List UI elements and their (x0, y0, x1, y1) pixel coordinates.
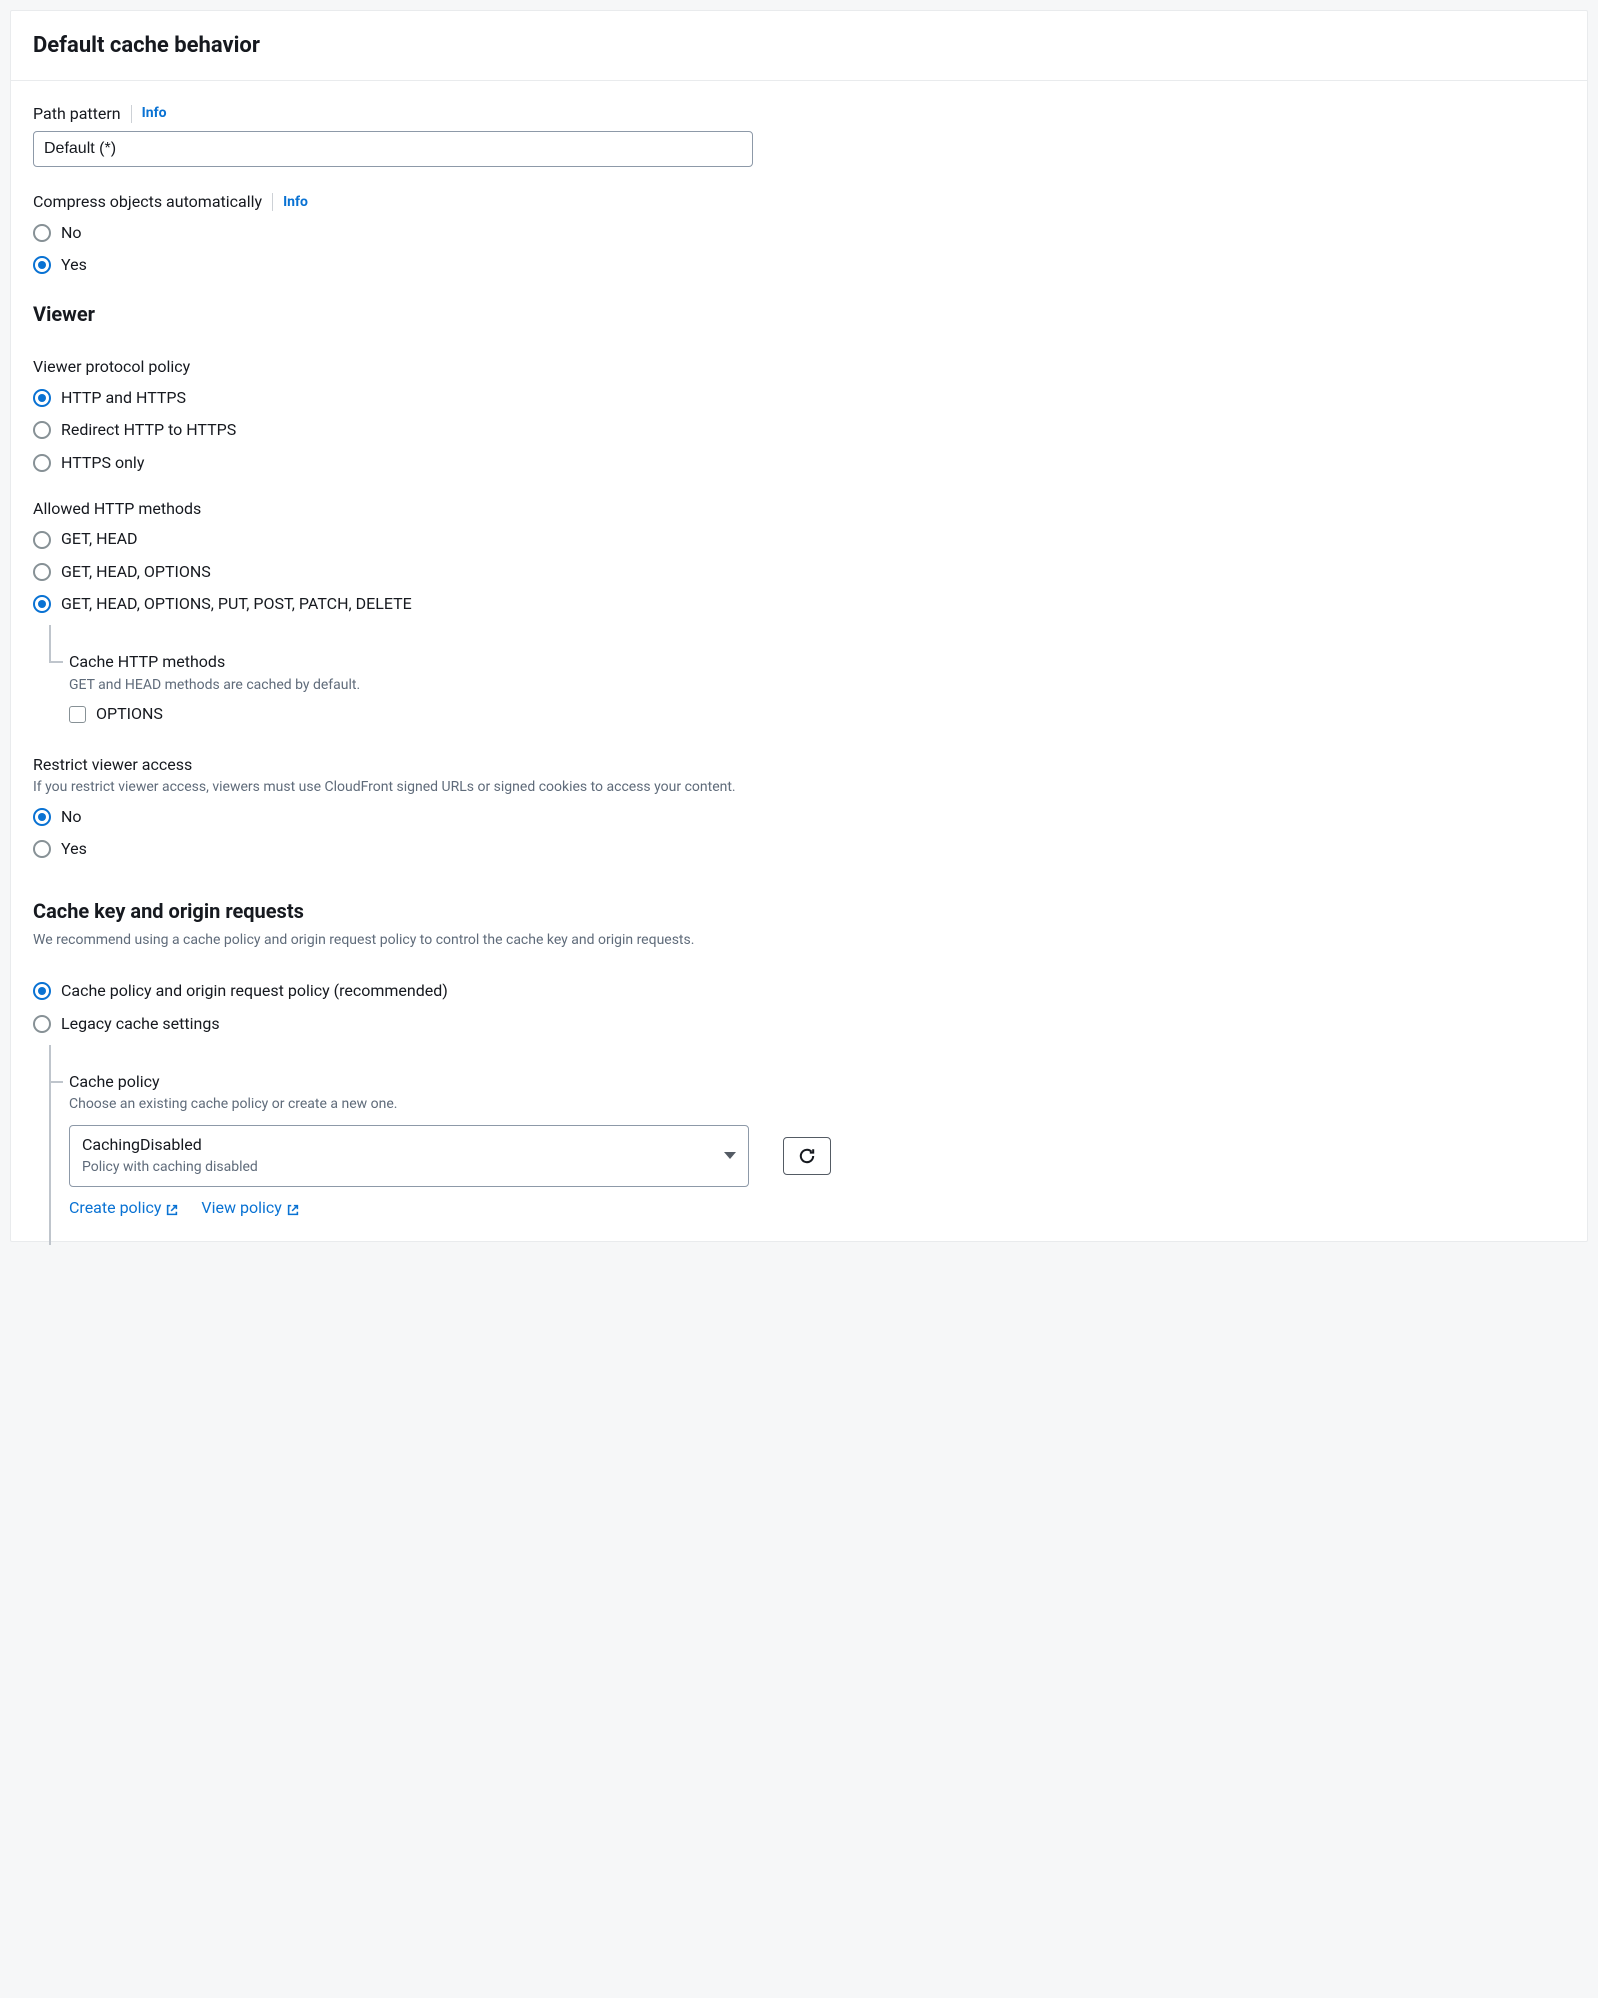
radio-label: GET, HEAD (61, 528, 138, 550)
create-policy-link[interactable]: Create policy (69, 1197, 179, 1219)
cache-policy-desc: Choose an existing cache policy or creat… (69, 1095, 1565, 1115)
radio-label: Legacy cache settings (61, 1013, 220, 1035)
protocol-radio-redirect[interactable]: Redirect HTTP to HTTPS (33, 419, 1565, 441)
radio-label: Redirect HTTP to HTTPS (61, 419, 236, 441)
external-link-icon (165, 1201, 179, 1215)
radio-label: No (61, 222, 82, 244)
refresh-button[interactable] (783, 1137, 831, 1175)
radio-checked-icon (33, 389, 51, 407)
cache-methods-desc: GET and HEAD methods are cached by defau… (69, 676, 1565, 696)
path-pattern-input[interactable] (33, 131, 753, 167)
radio-unchecked-icon (33, 531, 51, 549)
radio-checked-icon (33, 982, 51, 1000)
cache-methods-label: Cache HTTP methods (69, 651, 1565, 673)
radio-checked-icon (33, 595, 51, 613)
path-pattern-label: Path pattern (33, 103, 121, 125)
restrict-access-desc: If you restrict viewer access, viewers m… (33, 778, 1565, 798)
radio-unchecked-icon (33, 563, 51, 581)
radio-label: Cache policy and origin request policy (… (61, 980, 448, 1002)
cache-key-desc: We recommend using a cache policy and or… (33, 931, 1565, 951)
compress-label: Compress objects automatically (33, 191, 262, 213)
caret-down-icon (724, 1152, 736, 1159)
radio-label: Yes (61, 838, 87, 860)
allowed-methods-label: Allowed HTTP methods (33, 498, 1565, 520)
page-title: Default cache behavior (33, 31, 1565, 62)
checkbox-unchecked-icon (69, 706, 86, 723)
viewer-protocol-label: Viewer protocol policy (33, 356, 1565, 378)
protocol-radio-https-only[interactable]: HTTPS only (33, 452, 1565, 474)
compress-info-link[interactable]: Info (283, 193, 308, 213)
radio-label: GET, HEAD, OPTIONS, PUT, POST, PATCH, DE… (61, 593, 412, 615)
radio-unchecked-icon (33, 224, 51, 242)
radio-label: Yes (61, 254, 87, 276)
restrict-radio-no[interactable]: No (33, 806, 1565, 828)
cache-policy-label: Cache policy (69, 1071, 1565, 1093)
external-link-icon (286, 1201, 300, 1215)
radio-checked-icon (33, 256, 51, 274)
methods-radio-get-head[interactable]: GET, HEAD (33, 528, 1565, 550)
select-value-desc: Policy with caching disabled (82, 1158, 258, 1178)
path-pattern-info-link[interactable]: Info (142, 104, 167, 124)
radio-unchecked-icon (33, 840, 51, 858)
radio-label: No (61, 806, 82, 828)
separator (272, 193, 273, 211)
view-policy-link[interactable]: View policy (201, 1197, 299, 1219)
radio-unchecked-icon (33, 1015, 51, 1033)
select-value: CachingDisabled (82, 1134, 258, 1156)
radio-unchecked-icon (33, 421, 51, 439)
compress-radio-yes[interactable]: Yes (33, 254, 1565, 276)
cache-key-heading: Cache key and origin requests (33, 897, 1565, 925)
radio-label: GET, HEAD, OPTIONS (61, 561, 211, 583)
cache-policy-select[interactable]: CachingDisabled Policy with caching disa… (69, 1125, 749, 1187)
checkbox-label: OPTIONS (96, 703, 163, 725)
separator (131, 105, 132, 123)
restrict-access-label: Restrict viewer access (33, 754, 1565, 776)
methods-radio-all[interactable]: GET, HEAD, OPTIONS, PUT, POST, PATCH, DE… (33, 593, 1565, 615)
radio-label: HTTPS only (61, 452, 144, 474)
methods-radio-get-head-options[interactable]: GET, HEAD, OPTIONS (33, 561, 1565, 583)
compress-radio-no[interactable]: No (33, 222, 1565, 244)
protocol-radio-http-https[interactable]: HTTP and HTTPS (33, 387, 1565, 409)
radio-checked-icon (33, 808, 51, 826)
link-label: View policy (201, 1197, 281, 1219)
cache-methods-checkbox-options[interactable]: OPTIONS (69, 703, 1565, 725)
link-label: Create policy (69, 1197, 161, 1219)
cache-key-radio-legacy[interactable]: Legacy cache settings (33, 1013, 1565, 1035)
refresh-icon (798, 1147, 816, 1165)
cache-key-radio-recommended[interactable]: Cache policy and origin request policy (… (33, 980, 1565, 1002)
radio-label: HTTP and HTTPS (61, 387, 186, 409)
restrict-radio-yes[interactable]: Yes (33, 838, 1565, 860)
radio-unchecked-icon (33, 454, 51, 472)
viewer-heading: Viewer (33, 300, 1565, 328)
